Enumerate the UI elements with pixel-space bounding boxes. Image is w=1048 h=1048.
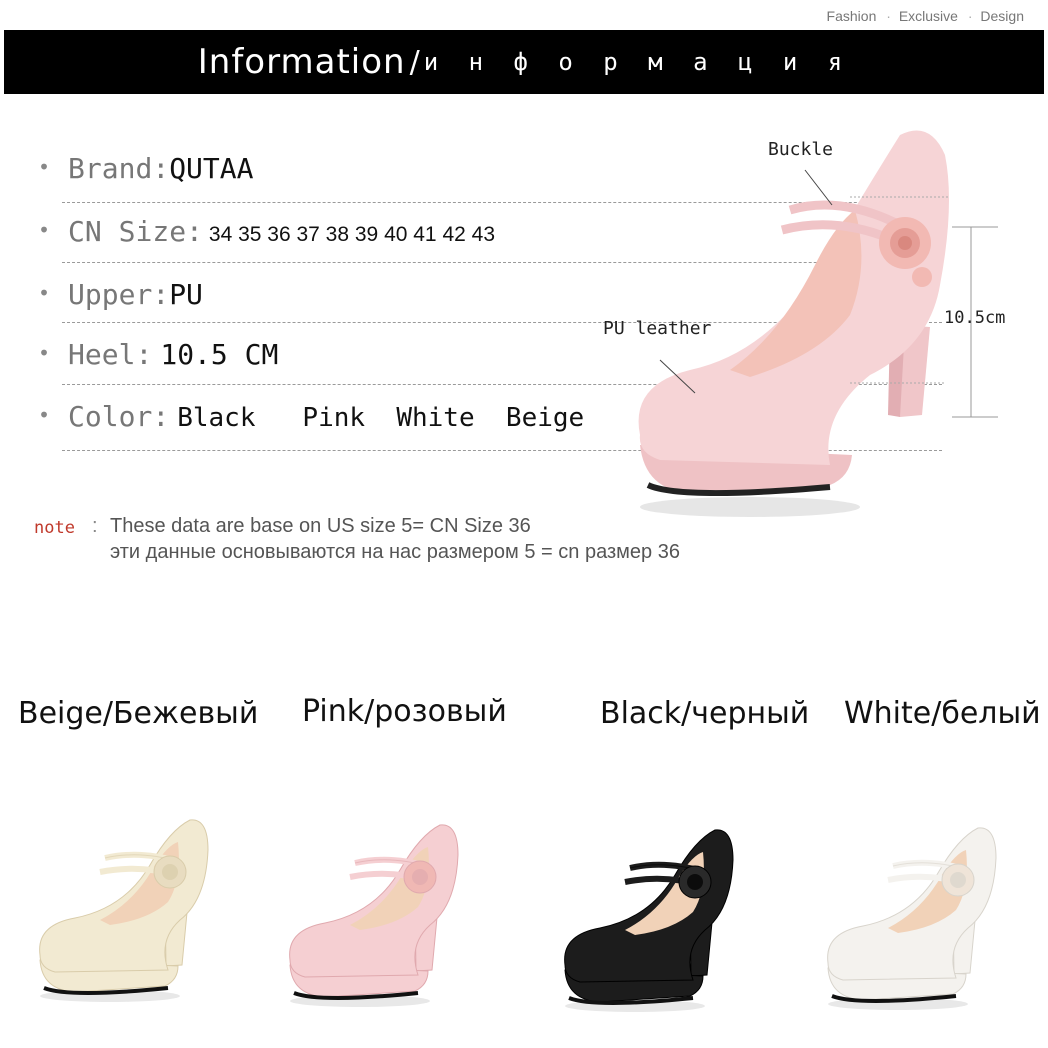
bullet-icon: • bbox=[38, 281, 51, 305]
tagline-separator: · bbox=[967, 8, 973, 24]
color-value: Black Pink White Beige bbox=[177, 403, 585, 433]
info-row-color: • Color: Black Pink White Beige bbox=[38, 400, 584, 433]
variant-label-beige: Beige/Бежевый bbox=[18, 696, 259, 731]
tagline: Fashion · Exclusive · Design bbox=[823, 8, 1024, 24]
tagline-separator: · bbox=[886, 8, 891, 24]
tagline-fashion: Fashion bbox=[826, 8, 877, 24]
variant-label-pink: Pink/розовый bbox=[302, 694, 507, 729]
banner-subtitle: и н ф о р м а ц и я bbox=[423, 48, 851, 76]
bullet-icon: • bbox=[38, 403, 51, 427]
note-line-russian: эти данные основываются на нас размером … bbox=[110, 541, 680, 563]
banner-title: Information bbox=[197, 42, 406, 82]
size-label: CN Size: bbox=[68, 215, 203, 248]
upper-label: Upper: bbox=[68, 278, 170, 311]
brand-value: QUTAA bbox=[169, 152, 254, 185]
note-colon: : bbox=[92, 515, 98, 537]
bullet-icon: • bbox=[38, 155, 51, 179]
info-row-upper: • Upper: PU bbox=[38, 278, 203, 311]
variant-label-white: White/белый bbox=[844, 696, 1041, 731]
note-line-english: These data are base on US size 5= CN Siz… bbox=[110, 515, 531, 537]
tagline-design: Design bbox=[980, 8, 1024, 24]
flower-center bbox=[950, 872, 966, 888]
flower-center bbox=[687, 874, 703, 890]
upper-value: PU bbox=[169, 278, 203, 311]
size-value: 34 35 36 37 38 39 40 41 42 43 bbox=[208, 223, 496, 246]
tagline-exclusive: Exclusive bbox=[898, 8, 958, 24]
variant-shoe-black[interactable] bbox=[555, 820, 765, 1020]
variant-label-black: Black/черный bbox=[600, 696, 810, 731]
info-row-brand: • Brand: QUTAA bbox=[38, 152, 254, 185]
callout-material: PU leather bbox=[603, 318, 712, 339]
bullet-icon: • bbox=[38, 218, 51, 242]
info-row-heel: • Heel: 10.5 CM bbox=[38, 338, 278, 371]
banner-slash: / bbox=[409, 44, 420, 80]
callout-buckle: Buckle bbox=[768, 139, 834, 160]
heel-label: Heel: bbox=[68, 338, 153, 371]
brand-label: Brand: bbox=[68, 152, 170, 185]
bullet-icon: • bbox=[38, 341, 51, 365]
callout-heel-height: 10.5cm bbox=[944, 308, 1006, 328]
info-banner: Information / и н ф о р м а ц и я bbox=[4, 30, 1044, 94]
variant-shoe-pink[interactable] bbox=[280, 815, 490, 1015]
note-tag: note bbox=[34, 518, 75, 538]
flower-center bbox=[162, 864, 178, 880]
info-row-size: • CN Size: 34 35 36 37 38 39 40 41 42 43 bbox=[38, 215, 495, 248]
heel-value: 10.5 CM bbox=[160, 338, 279, 371]
flower-center bbox=[412, 869, 428, 885]
variant-shoe-beige[interactable] bbox=[30, 810, 240, 1010]
variant-shoe-white[interactable] bbox=[818, 818, 1028, 1018]
color-label: Color: bbox=[68, 400, 170, 433]
